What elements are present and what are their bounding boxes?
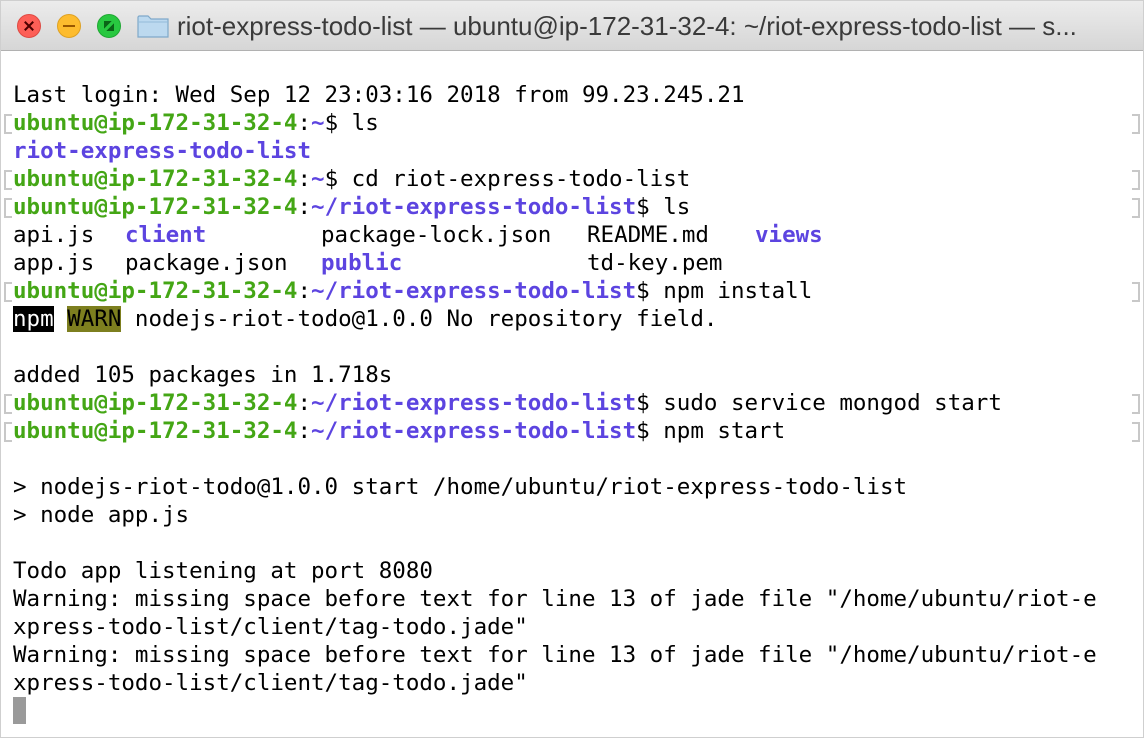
prompt-bracket-left bbox=[4, 394, 12, 414]
prompt-bracket-right bbox=[1132, 282, 1140, 302]
prompt-path: ~/riot-express-todo-list bbox=[311, 278, 637, 304]
prompt-dollar: $ bbox=[324, 110, 339, 136]
prompt-user-host: ubuntu@ip-172-31-32-4 bbox=[13, 194, 298, 220]
file-entry: api.js bbox=[13, 222, 95, 248]
prompt-dollar: $ bbox=[636, 194, 650, 220]
close-button[interactable] bbox=[17, 14, 41, 38]
prompt-dollar: $ bbox=[324, 166, 339, 192]
prompt-line: ubuntu@ip-172-31-32-4:~/riot-express-tod… bbox=[13, 193, 690, 221]
prompt-colon: : bbox=[297, 278, 312, 304]
prompt-path: ~ bbox=[311, 166, 325, 192]
warning-line: Warning: missing space before text for l… bbox=[13, 586, 1097, 612]
prompt-line: ubuntu@ip-172-31-32-4:~/riot-express-tod… bbox=[13, 389, 1002, 417]
directory-entry: views bbox=[755, 222, 823, 248]
file-entry: README.md bbox=[587, 222, 709, 248]
prompt-bracket-right bbox=[1132, 114, 1140, 134]
output-line: added 105 packages in 1.718s bbox=[13, 362, 393, 388]
last-login-line: Last login: Wed Sep 12 23:03:16 2018 fro… bbox=[13, 82, 745, 108]
prompt-colon: : bbox=[297, 194, 312, 220]
minimize-button[interactable] bbox=[57, 14, 81, 38]
terminal-content[interactable]: Last login: Wed Sep 12 23:03:16 2018 fro… bbox=[1, 51, 1143, 737]
npm-badge: npm bbox=[13, 306, 54, 332]
folder-icon bbox=[137, 15, 169, 38]
prompt-bracket-right bbox=[1132, 198, 1140, 218]
prompt-path: ~ bbox=[311, 110, 325, 136]
warn-badge: WARN bbox=[67, 306, 122, 332]
prompt-dollar: $ bbox=[636, 418, 650, 444]
directory-entry: riot-express-todo-list bbox=[13, 138, 312, 164]
prompt-user-host: ubuntu@ip-172-31-32-4 bbox=[13, 110, 298, 136]
command-text: sudo service mongod start bbox=[649, 390, 1002, 416]
file-entry: td-key.pem bbox=[587, 250, 723, 276]
warning-line: Warning: missing space before text for l… bbox=[13, 642, 1097, 668]
prompt-colon: : bbox=[297, 418, 312, 444]
warning-line: xpress-todo-list/client/tag-todo.jade" bbox=[13, 614, 528, 640]
prompt-user-host: ubuntu@ip-172-31-32-4 bbox=[13, 418, 298, 444]
prompt-bracket-right bbox=[1132, 394, 1140, 414]
prompt-colon: : bbox=[297, 390, 312, 416]
command-text: ls bbox=[338, 110, 379, 136]
window-title: riot-express-todo-list — ubuntu@ip-172-3… bbox=[177, 11, 1077, 41]
output-line: > nodejs-riot-todo@1.0.0 start /home/ubu… bbox=[13, 474, 908, 500]
command-text: npm start bbox=[649, 418, 786, 444]
npm-warn-line: npm WARN nodejs-riot-todo@1.0.0 No repos… bbox=[13, 305, 717, 333]
prompt-bracket-left bbox=[4, 170, 12, 190]
file-entry: package-lock.json bbox=[321, 222, 552, 248]
command-text: npm install bbox=[649, 278, 813, 304]
prompt-path: ~/riot-express-todo-list bbox=[311, 194, 637, 220]
title-bar[interactable]: riot-express-todo-list — ubuntu@ip-172-3… bbox=[1, 1, 1143, 51]
prompt-bracket-left bbox=[4, 198, 12, 218]
text-cursor bbox=[13, 697, 26, 724]
prompt-bracket-right bbox=[1132, 170, 1140, 190]
file-entry: app.js bbox=[13, 250, 95, 276]
prompt-dollar: $ bbox=[636, 278, 650, 304]
prompt-line: ubuntu@ip-172-31-32-4:~$ ls bbox=[13, 109, 379, 137]
file-entry: package.json bbox=[125, 250, 288, 276]
prompt-user-host: ubuntu@ip-172-31-32-4 bbox=[13, 390, 298, 416]
prompt-dollar: $ bbox=[636, 390, 650, 416]
prompt-bracket-right bbox=[1132, 422, 1140, 442]
prompt-path: ~/riot-express-todo-list bbox=[311, 390, 637, 416]
npm-warn-message: nodejs-riot-todo@1.0.0 No repository fie… bbox=[121, 306, 718, 332]
prompt-line: ubuntu@ip-172-31-32-4:~/riot-express-tod… bbox=[13, 277, 812, 305]
prompt-bracket-left bbox=[4, 114, 12, 134]
warning-line: xpress-todo-list/client/tag-todo.jade" bbox=[13, 670, 528, 696]
prompt-user-host: ubuntu@ip-172-31-32-4 bbox=[13, 278, 298, 304]
prompt-bracket-left bbox=[4, 282, 12, 302]
output-line: Todo app listening at port 8080 bbox=[13, 558, 433, 584]
prompt-colon: : bbox=[297, 166, 312, 192]
prompt-bracket-left bbox=[4, 422, 12, 442]
directory-entry: public bbox=[321, 250, 403, 276]
terminal-window: riot-express-todo-list — ubuntu@ip-172-3… bbox=[0, 0, 1144, 738]
prompt-path: ~/riot-express-todo-list bbox=[311, 418, 637, 444]
output-line: > node app.js bbox=[13, 502, 190, 528]
prompt-user-host: ubuntu@ip-172-31-32-4 bbox=[13, 166, 298, 192]
command-text: cd riot-express-todo-list bbox=[338, 166, 691, 192]
prompt-line: ubuntu@ip-172-31-32-4:~/riot-express-tod… bbox=[13, 417, 785, 445]
command-text: ls bbox=[649, 194, 691, 220]
prompt-line: ubuntu@ip-172-31-32-4:~$ cd riot-express… bbox=[13, 165, 690, 193]
directory-entry: client bbox=[125, 222, 207, 248]
prompt-colon: : bbox=[297, 110, 312, 136]
maximize-button[interactable] bbox=[97, 14, 121, 38]
